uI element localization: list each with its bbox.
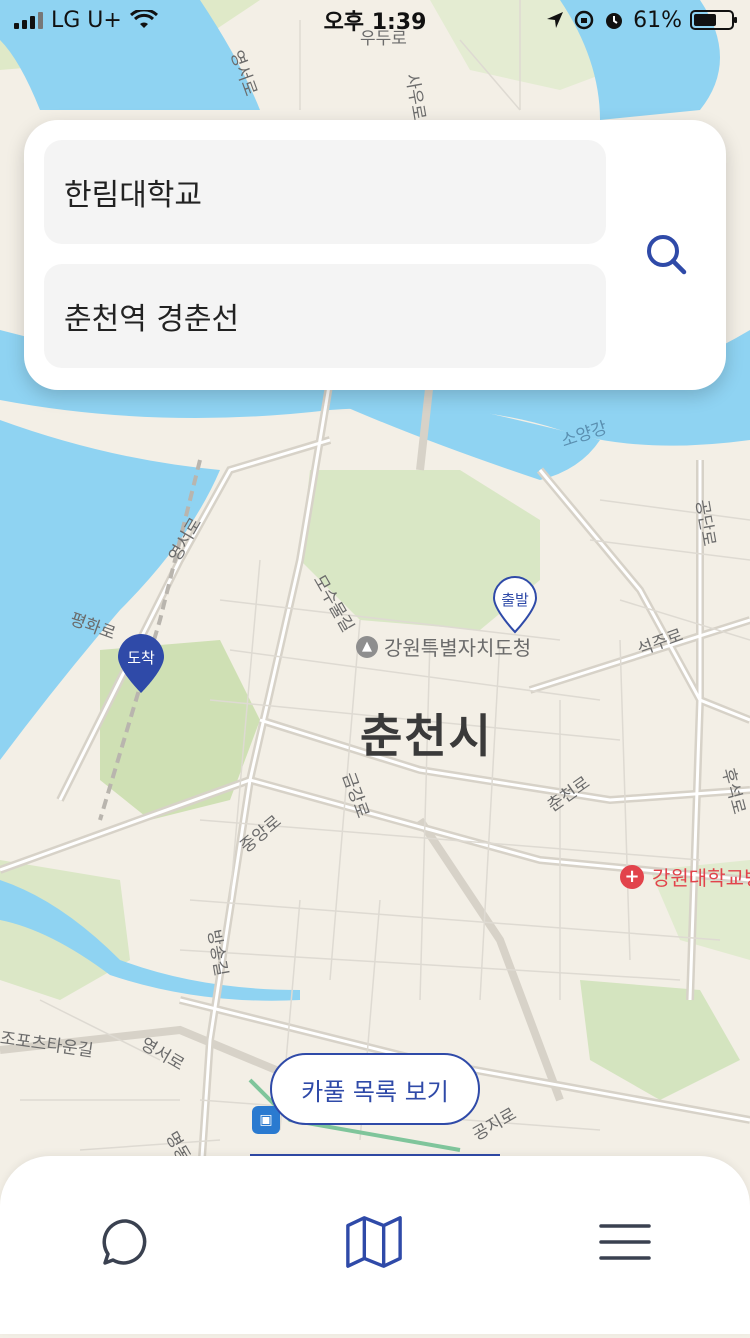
battery-level	[694, 14, 716, 26]
government-building-icon: ▲	[356, 635, 378, 658]
city-label: 춘천시	[360, 709, 493, 763]
poi-label: 강원특별자치도청	[384, 636, 532, 660]
chat-bubble-icon	[102, 1219, 147, 1265]
nav-map-tab[interactable]	[344, 1212, 404, 1272]
route-search-card: 한림대학교 춘천역 경춘선	[24, 120, 726, 390]
poi-hospital[interactable]: + 강원대학교병	[620, 862, 750, 891]
nav-chat-tab[interactable]	[96, 1212, 156, 1272]
location-arrow-icon	[547, 12, 564, 28]
nav-menu-tab[interactable]	[595, 1212, 655, 1272]
wifi-icon	[129, 10, 158, 28]
alarm-icon	[606, 13, 623, 29]
destination-input[interactable]: 춘천역 경춘선	[44, 264, 606, 368]
hospital-cross-icon: +	[620, 864, 644, 889]
poi-label: 강원대학교병	[652, 866, 750, 890]
status-bar: LG U+ 오후 1:39 61%	[0, 0, 750, 40]
bottom-nav	[0, 1156, 750, 1334]
search-button[interactable]	[644, 232, 690, 278]
poi-government-office[interactable]: ▲ 강원특별자치도청	[356, 632, 531, 661]
signal-icon	[14, 11, 43, 29]
carpool-list-button[interactable]: 카풀 목록 보기	[270, 1053, 480, 1125]
origin-input[interactable]: 한림대학교	[44, 140, 606, 244]
subway-station-icon[interactable]: ▣	[252, 1106, 280, 1134]
battery-percent: 61%	[633, 7, 682, 33]
end-pin[interactable]: 도착	[116, 633, 166, 695]
orientation-lock-icon	[574, 10, 594, 30]
battery-icon	[690, 10, 737, 30]
end-pin-label: 도착	[127, 649, 155, 667]
start-pin[interactable]: 출발	[492, 576, 538, 634]
menu-icon	[599, 1224, 651, 1260]
start-pin-label: 출발	[501, 591, 529, 609]
search-icon	[647, 235, 687, 275]
map-icon	[346, 1216, 402, 1268]
carrier-name: LG U+	[51, 7, 122, 33]
